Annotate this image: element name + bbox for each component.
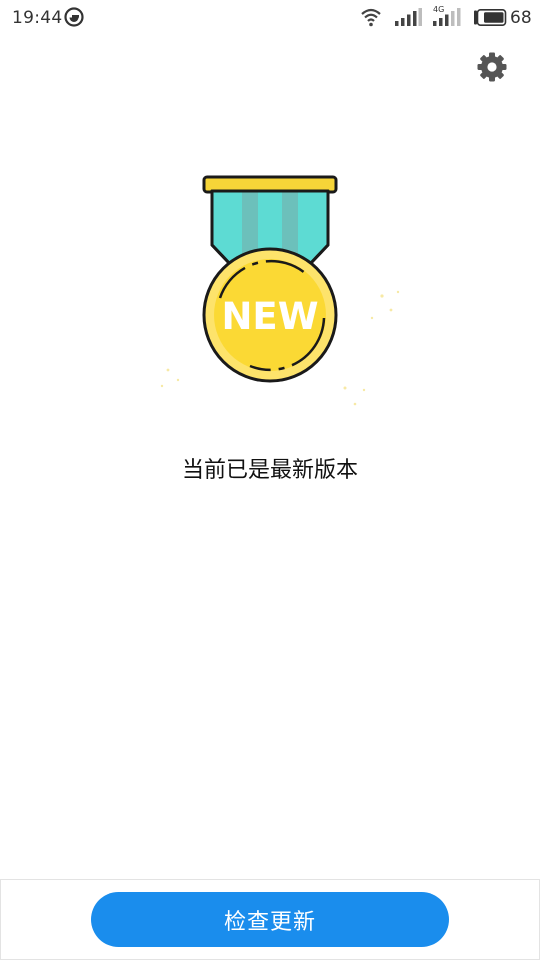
signal-strength-4g-icon	[433, 8, 461, 26]
wifi-icon	[361, 8, 381, 27]
battery-level: 68	[510, 8, 532, 28]
medal-new-label: NEW	[221, 295, 318, 338]
status-bar: 19:44 4G 68	[0, 0, 540, 36]
battery-icon	[474, 9, 507, 26]
status-time: 19:44	[12, 8, 63, 28]
signal-strength-icon	[395, 8, 422, 26]
settings-gear-icon[interactable]	[476, 51, 508, 83]
up-to-date-message: 当前已是最新版本	[181, 458, 358, 483]
new-version-medal-illustration: NEW	[160, 175, 400, 406]
check-update-button[interactable]: 检查更新	[91, 892, 449, 947]
app-notification-icon	[64, 7, 84, 27]
